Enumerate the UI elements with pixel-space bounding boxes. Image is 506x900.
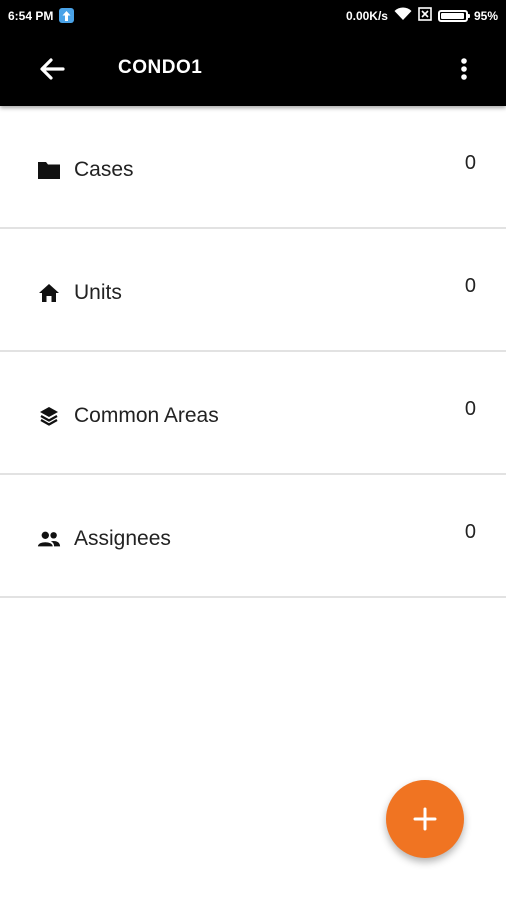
list-item-units[interactable]: Units 0	[0, 229, 506, 352]
list-item-count: 0	[464, 275, 476, 297]
people-icon	[37, 527, 61, 551]
folder-icon	[37, 158, 61, 182]
category-list: Cases 0 Units 0 Common Areas 0 Assignees…	[0, 106, 506, 598]
arrow-left-icon	[40, 58, 65, 80]
page-title: CONDO1	[118, 57, 203, 78]
network-speed: 0.00K/s	[345, 8, 388, 23]
more-vert-icon	[461, 58, 467, 80]
list-item-label: Assignees	[74, 527, 171, 550]
layers-icon	[37, 404, 61, 428]
list-item-assignees[interactable]: Assignees 0	[0, 475, 506, 598]
app-bar: CONDO1	[0, 31, 506, 106]
status-bar-right: 0.00K/s 95%	[346, 7, 498, 24]
list-item-label: Units	[74, 281, 122, 304]
status-time: 6:54 PM	[8, 8, 54, 23]
sim-icon	[418, 7, 432, 24]
status-bar-left: 6:54 PM	[8, 8, 75, 23]
list-item-label: Common Areas	[74, 404, 219, 427]
list-item-count: 0	[464, 521, 476, 543]
list-item-count: 0	[464, 398, 476, 420]
list-item-count: 0	[464, 152, 476, 174]
battery-percent: 95%	[473, 8, 498, 23]
home-icon	[37, 281, 61, 305]
plus-icon	[413, 807, 437, 831]
list-item-cases[interactable]: Cases 0	[0, 106, 506, 229]
add-button[interactable]	[386, 780, 464, 858]
wifi-icon	[394, 7, 412, 24]
more-options-button[interactable]	[442, 47, 486, 91]
back-button[interactable]	[30, 47, 74, 91]
battery-icon	[437, 9, 470, 22]
upload-notification-icon	[59, 8, 75, 23]
list-item-common-areas[interactable]: Common Areas 0	[0, 352, 506, 475]
status-bar: 6:54 PM 0.00K/s 95%	[0, 0, 506, 31]
list-item-label: Cases	[74, 158, 134, 181]
